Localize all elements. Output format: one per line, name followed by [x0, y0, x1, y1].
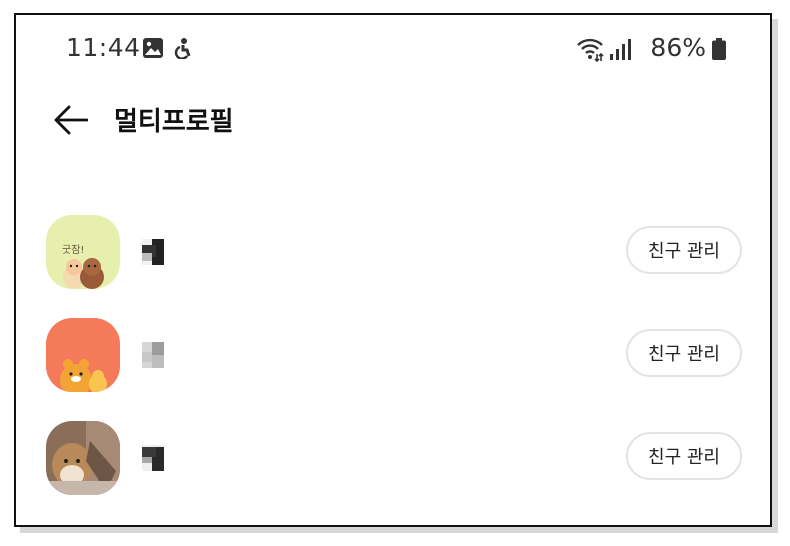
- phone-screen: 11:44 86% 멀티프로필 굿잠! 친구 관리 친구 관리 친구 관리: [14, 13, 772, 527]
- back-arrow-icon[interactable]: [54, 105, 88, 135]
- status-time: 11:44: [66, 33, 141, 62]
- profile-avatar[interactable]: [46, 421, 120, 495]
- manage-friends-button[interactable]: 친구 관리: [626, 329, 742, 377]
- avatar-image: [46, 421, 120, 495]
- image-icon: [143, 38, 163, 58]
- profile-name-placeholder: [142, 445, 164, 471]
- profile-row[interactable]: 친구 관리: [16, 421, 770, 501]
- manage-friends-button[interactable]: 친구 관리: [626, 226, 742, 274]
- profile-avatar[interactable]: 굿잠!: [46, 215, 120, 289]
- signal-icon: [610, 39, 631, 60]
- status-bar: 11:44 86%: [16, 33, 770, 67]
- wifi-icon: [577, 38, 604, 62]
- battery-percent: 86%: [650, 33, 706, 62]
- page-title: 멀티프로필: [114, 107, 234, 137]
- profile-name-placeholder: [142, 342, 164, 368]
- battery-icon: [712, 38, 726, 60]
- profile-row[interactable]: 친구 관리: [16, 318, 770, 398]
- accessibility-icon: [174, 38, 191, 59]
- profile-avatar[interactable]: [46, 318, 120, 392]
- profile-name-placeholder: [142, 239, 164, 265]
- avatar-image: 굿잠!: [46, 215, 120, 289]
- manage-friends-button[interactable]: 친구 관리: [626, 432, 742, 480]
- profile-row[interactable]: 굿잠! 친구 관리: [16, 215, 770, 295]
- app-header: 멀티프로필: [16, 101, 770, 145]
- avatar-image: [46, 318, 120, 392]
- avatar-text: 굿잠!: [62, 244, 84, 256]
